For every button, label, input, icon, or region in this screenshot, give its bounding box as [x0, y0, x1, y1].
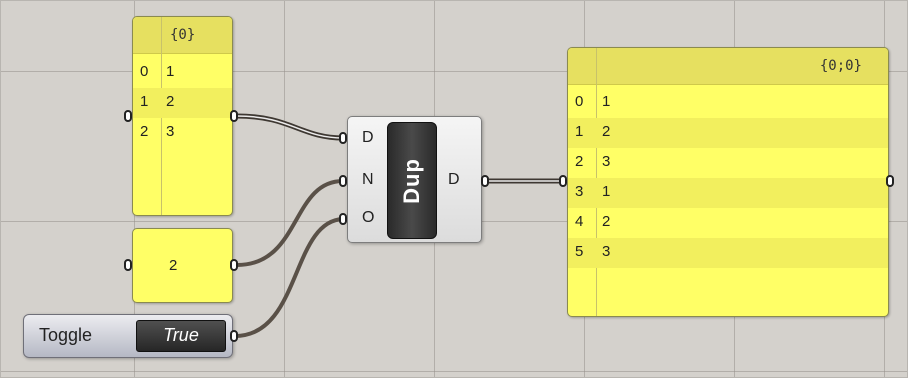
number-panel[interactable]: 2: [132, 228, 233, 303]
list-item: 4 2: [568, 208, 888, 238]
item-value: 3: [602, 153, 611, 170]
output-grip-d[interactable]: [481, 175, 489, 187]
toggle-label: Toggle: [39, 325, 93, 345]
list-item: 2 3: [133, 118, 232, 148]
item-value: 3: [602, 243, 611, 260]
item-value: 2: [166, 93, 175, 110]
list-item: 0 1: [568, 88, 888, 118]
list-item: 2 3: [568, 148, 888, 178]
panel-path: {0}: [170, 27, 196, 43]
panel-path: {0;0}: [819, 58, 862, 74]
dup-component[interactable]: D N O Dup D: [347, 116, 482, 243]
item-index: 2: [575, 153, 584, 170]
toggle-output-grip[interactable]: [230, 330, 238, 342]
item-value: 1: [602, 93, 611, 110]
result-input-grip[interactable]: [559, 175, 567, 187]
list-output-grip[interactable]: [230, 110, 238, 122]
item-value: 1: [602, 183, 611, 200]
result-panel[interactable]: {0;0} 0 1 1 2 2 3 3 1 4 2 5 3: [567, 47, 889, 317]
input-label-o: O: [362, 209, 375, 226]
item-value: 2: [602, 213, 611, 230]
component-name: Dup: [399, 157, 424, 204]
item-index: 4: [575, 213, 584, 230]
result-output-grip[interactable]: [886, 175, 894, 187]
panel-header: {0;0}: [568, 48, 888, 85]
input-label-d: D: [362, 129, 374, 146]
input-grip-d[interactable]: [339, 132, 347, 144]
output-label-d: D: [448, 171, 460, 188]
number-value: 2: [169, 257, 178, 274]
wire-toggle-to-o: [233, 217, 345, 338]
input-grip-n[interactable]: [339, 175, 347, 187]
item-index: 1: [140, 93, 149, 110]
input-grip-o[interactable]: [339, 213, 347, 225]
item-index: 0: [140, 63, 149, 80]
number-output-grip[interactable]: [230, 259, 238, 271]
toggle-value-button[interactable]: True: [136, 320, 226, 352]
wire-list-to-d: [234, 113, 346, 141]
wire-number-to-n: [235, 179, 345, 267]
panel-header: {0}: [133, 17, 232, 54]
item-index: 1: [575, 123, 584, 140]
boolean-toggle[interactable]: Toggle True: [23, 314, 233, 358]
item-value: 2: [602, 123, 611, 140]
list-item: 0 1: [133, 58, 232, 88]
list-input-grip[interactable]: [124, 110, 132, 122]
component-name-plate[interactable]: Dup: [387, 122, 437, 239]
item-index: 0: [575, 93, 584, 110]
number-input-grip[interactable]: [124, 259, 132, 271]
grasshopper-canvas[interactable]: {0} 0 1 1 2 2 3 2 Toggle True D N O Dup …: [0, 0, 908, 378]
item-index: 5: [575, 243, 584, 260]
item-index: 2: [140, 123, 149, 140]
input-label-n: N: [362, 171, 374, 188]
list-item: 1 2: [568, 118, 888, 148]
list-item: 5 3: [568, 238, 888, 268]
toggle-value: True: [163, 325, 199, 345]
list-item: 1 2: [133, 88, 232, 118]
item-index: 3: [575, 183, 584, 200]
item-value: 1: [166, 63, 175, 80]
item-value: 3: [166, 123, 175, 140]
list-panel[interactable]: {0} 0 1 1 2 2 3: [132, 16, 233, 216]
list-item: 3 1: [568, 178, 888, 208]
